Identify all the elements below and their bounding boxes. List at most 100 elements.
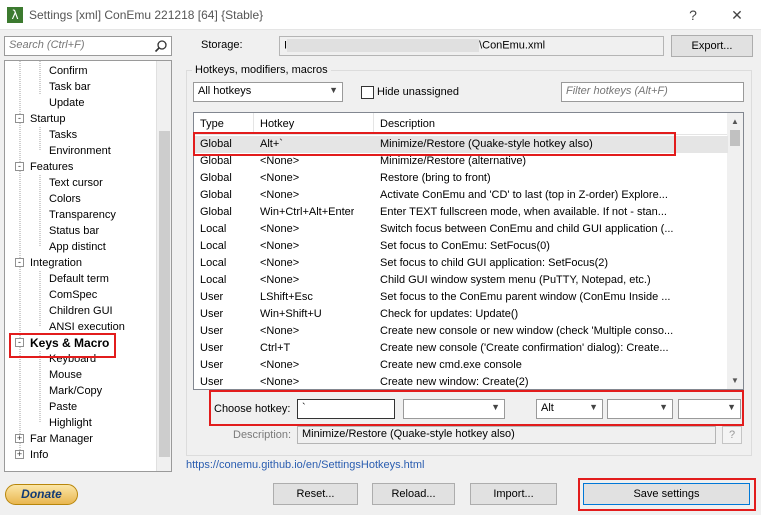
hide-unassigned-checkbox[interactable] (361, 86, 374, 99)
tree-item-startup[interactable]: Startup (30, 111, 65, 127)
reload-button[interactable]: Reload... (372, 483, 455, 505)
tree-item-tasks[interactable]: Tasks (49, 127, 77, 143)
tree-item-confirm[interactable]: Confirm (49, 63, 88, 79)
tree-item-ansi-execution[interactable]: ANSI execution (49, 319, 125, 335)
scroll-up-icon[interactable]: ▲ (731, 117, 739, 126)
tree-item-children-gui[interactable]: Children GUI (49, 303, 113, 319)
description-cell: Child GUI window system menu (PuTTY, Not… (380, 274, 651, 286)
tree-item-keys-macro[interactable]: Keys & Macro (30, 335, 109, 351)
table-row[interactable]: Local <None> Switch focus between ConEmu a… (194, 221, 728, 238)
table-row[interactable]: User Win+Shift+U Check for updates: Update… (194, 306, 728, 323)
hotkey-filter-select[interactable]: All hotkeys ▼ (193, 82, 343, 102)
table-row[interactable]: User Ctrl+T Create new console ('Create co… (194, 340, 728, 357)
hotkey-cell: <None> (260, 189, 300, 201)
settings-tree[interactable]: Confirm Task bar Update - Startup Tasks Enviro… (4, 60, 172, 472)
tree-item-paste[interactable]: Paste (49, 399, 77, 415)
tree-scroll-thumb[interactable] (159, 131, 170, 457)
tree-item-mouse[interactable]: Mouse (49, 367, 82, 383)
tree-item-info[interactable]: Info (30, 447, 48, 463)
table-row[interactable]: Local <None> Set focus to ConEmu: SetFocus… (194, 238, 728, 255)
tree-item-features[interactable]: Features (30, 159, 73, 175)
tree-item-colors[interactable]: Colors (49, 191, 81, 207)
table-row[interactable]: User LShift+Esc Set focus to the ConEmu pa… (194, 289, 728, 306)
collapse-icon[interactable]: - (15, 162, 24, 171)
type-cell: Local (200, 274, 227, 286)
redacted-path (287, 39, 480, 52)
column-hotkey[interactable]: Hotkey (254, 113, 374, 135)
tree-item-keyboard[interactable]: Keyboard (49, 351, 96, 367)
collapse-icon[interactable]: - (15, 114, 24, 123)
description-cell: Set focus to child GUI application: SetF… (380, 257, 609, 269)
title-bar: λ Settings [xml] ConEmu 221218 [64] {Sta… (0, 0, 761, 30)
chevron-down-icon: ▼ (491, 402, 500, 412)
table-row[interactable]: User <None> Create new window: Create(2) (194, 374, 728, 389)
choose-hotkey-input[interactable]: ` (297, 399, 395, 419)
modifier-1-select[interactable]: Alt ▼ (536, 399, 603, 419)
table-row[interactable]: Local <None> Set focus to child GUI applic… (194, 255, 728, 272)
hide-unassigned-label[interactable]: Hide unassigned (377, 86, 459, 98)
close-button[interactable]: ✕ (722, 4, 752, 26)
tree-item-update[interactable]: Update (49, 95, 84, 111)
tree-item-status-bar[interactable]: Status bar (49, 223, 99, 239)
description-cell: Minimize/Restore (alternative) (380, 155, 527, 167)
tree-item-comspec[interactable]: ComSpec (49, 287, 97, 303)
export-button[interactable]: Export... (671, 35, 753, 57)
hotkey-cell: <None> (260, 240, 300, 252)
tree-item-app-distinct[interactable]: App distinct (49, 239, 106, 255)
expand-icon[interactable]: + (15, 434, 24, 443)
modifier-3-select[interactable]: ▼ (678, 399, 741, 419)
hotkey-list[interactable]: Type Hotkey Description ▲ ▼ Global Alt+` M… (193, 112, 744, 390)
reset-button[interactable]: Reset... (273, 483, 358, 505)
filter-hotkeys-input[interactable]: Filter hotkeys (Alt+F) (561, 82, 744, 102)
help-link[interactable]: https://conemu.github.io/en/SettingsHotk… (186, 459, 424, 471)
description-cell: Set focus to the ConEmu parent window (C… (380, 291, 671, 303)
hotkey-cell: Ctrl+T (260, 342, 291, 354)
table-row[interactable]: User <None> Create new cmd.exe console (194, 357, 728, 374)
collapse-icon[interactable]: - (15, 338, 24, 347)
type-cell: Global (200, 155, 232, 167)
modifier-2-select[interactable]: ▼ (607, 399, 673, 419)
scroll-down-icon[interactable]: ▼ (731, 376, 739, 385)
filter-placeholder: Filter hotkeys (Alt+F) (566, 85, 668, 97)
collapse-icon[interactable]: - (15, 258, 24, 267)
type-cell: Local (200, 240, 227, 252)
hotkey-cell: <None> (260, 257, 300, 269)
column-description[interactable]: Description (374, 113, 728, 135)
help-button[interactable]: ? (678, 4, 708, 26)
list-header: Type Hotkey Description (194, 113, 728, 135)
tree-item-mark-copy[interactable]: Mark/Copy (49, 383, 102, 399)
chevron-down-icon: ▼ (329, 85, 338, 95)
tree-item-integration[interactable]: Integration (30, 255, 82, 271)
list-scrollbar[interactable]: ▲ ▼ (727, 113, 743, 389)
description-help-button[interactable]: ? (722, 426, 742, 444)
tree-item-highlight[interactable]: Highlight (49, 415, 92, 431)
table-row[interactable]: User <None> Create new console or new wind… (194, 323, 728, 340)
tree-item-text-cursor[interactable]: Text cursor (49, 175, 103, 191)
donate-button[interactable]: Donate (5, 484, 78, 505)
expand-icon[interactable]: + (15, 450, 24, 459)
table-row[interactable]: Global <None> Restore (bring to front) (194, 170, 728, 187)
tree-item-default-term[interactable]: Default term (49, 271, 109, 287)
table-row[interactable]: Global Win+Ctrl+Alt+Enter Enter TEXT fulls… (194, 204, 728, 221)
tree-item-far-manager[interactable]: Far Manager (30, 431, 93, 447)
column-type[interactable]: Type (194, 113, 254, 135)
table-row[interactable]: Global <None> Minimize/Restore (alternativ… (194, 153, 728, 170)
search-icon[interactable] (154, 39, 168, 53)
table-row[interactable]: Local <None> Child GUI window system menu … (194, 272, 728, 289)
storage-label: Storage: (201, 39, 243, 51)
save-settings-button[interactable]: Save settings (583, 483, 750, 505)
tree-scrollbar[interactable] (156, 61, 171, 471)
hotkey-cell: Win+Shift+U (260, 308, 322, 320)
search-input[interactable]: Search (Ctrl+F) (4, 36, 172, 56)
list-scroll-thumb[interactable] (730, 130, 740, 146)
import-button[interactable]: Import... (470, 483, 557, 505)
description-cell: Set focus to ConEmu: SetFocus(0) (380, 240, 550, 252)
tree-item-task-bar[interactable]: Task bar (49, 79, 91, 95)
tree-item-environment[interactable]: Environment (49, 143, 111, 159)
tree-item-transparency[interactable]: Transparency (49, 207, 116, 223)
table-row[interactable]: Global Alt+` Minimize/Restore (Quake-style… (194, 136, 728, 153)
type-cell: Local (200, 257, 227, 269)
key-select[interactable]: ▼ (403, 399, 505, 419)
table-row[interactable]: Global <None> Activate ConEmu and 'CD' to … (194, 187, 728, 204)
hotkey-cell: Alt+` (260, 138, 283, 150)
